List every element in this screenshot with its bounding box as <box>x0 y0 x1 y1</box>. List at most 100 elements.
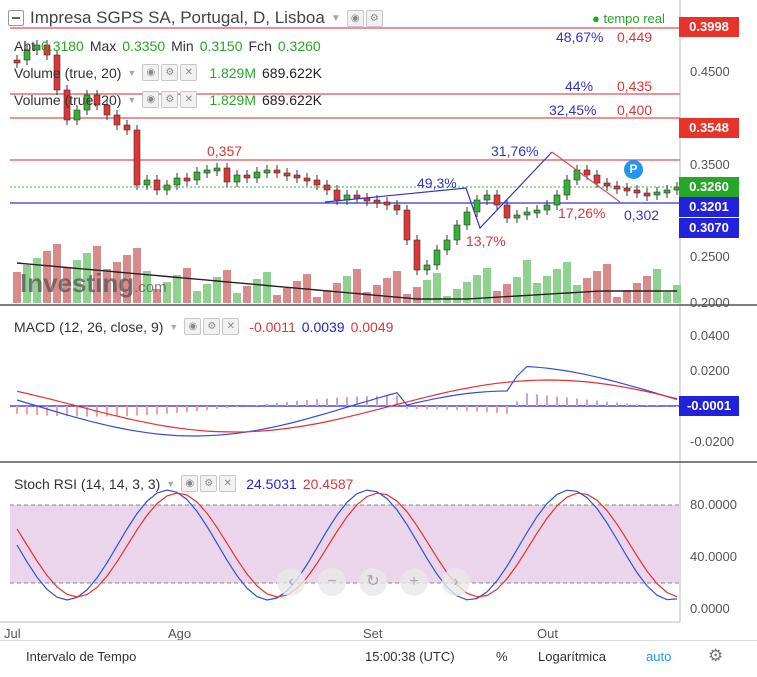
volume-bar <box>203 284 211 303</box>
volume-label[interactable]: Volume (true, 20) <box>14 65 121 81</box>
candle[interactable] <box>623 187 631 192</box>
zoom-out-icon[interactable]: − <box>318 568 346 596</box>
interval-button[interactable]: Intervalo de Tempo <box>26 649 136 664</box>
scroll-right-icon[interactable]: › <box>442 568 470 596</box>
volume-bar <box>653 269 661 303</box>
candle[interactable] <box>413 239 421 271</box>
eye-icon[interactable]: ◉ <box>142 91 160 108</box>
gear-icon[interactable]: ⚙ <box>161 64 179 81</box>
chevron-down-icon[interactable]: ▼ <box>127 68 136 78</box>
candle[interactable] <box>143 179 151 186</box>
zoom-in-icon[interactable]: + <box>400 568 428 596</box>
candle[interactable] <box>523 211 531 216</box>
chevron-down-icon[interactable]: ▼ <box>331 13 341 24</box>
candle[interactable] <box>233 174 241 183</box>
candle[interactable] <box>593 174 601 184</box>
candle[interactable] <box>533 209 541 214</box>
candle[interactable] <box>483 194 491 201</box>
candle[interactable] <box>203 169 211 174</box>
volume-bar <box>533 283 541 303</box>
gear-icon[interactable]: ⚙ <box>203 318 221 335</box>
candle[interactable] <box>603 182 611 187</box>
candle[interactable] <box>503 204 511 219</box>
close-icon[interactable]: ✕ <box>180 64 198 81</box>
candle[interactable] <box>223 167 231 183</box>
close-icon[interactable]: ✕ <box>219 475 237 492</box>
volume-label[interactable]: Volume (true, 20) <box>14 92 121 108</box>
candle[interactable] <box>613 185 621 190</box>
candle[interactable] <box>393 204 401 211</box>
collapse-icon[interactable] <box>8 10 24 26</box>
log-button[interactable]: Logarítmica <box>538 649 606 664</box>
eye-icon[interactable]: ◉ <box>142 64 160 81</box>
gear-icon[interactable]: ⚙ <box>708 646 723 666</box>
candle[interactable] <box>663 189 671 194</box>
candle[interactable] <box>283 172 291 177</box>
close-icon[interactable]: ✕ <box>180 91 198 108</box>
candle[interactable] <box>263 169 271 174</box>
candle[interactable] <box>473 199 481 213</box>
gear-icon[interactable]: ⚙ <box>200 475 218 492</box>
candle[interactable] <box>113 114 121 126</box>
candle[interactable] <box>133 129 141 186</box>
eye-icon[interactable]: ◉ <box>346 9 364 27</box>
candle[interactable] <box>633 189 641 194</box>
candle[interactable] <box>443 239 451 251</box>
candle[interactable] <box>293 174 301 179</box>
eye-icon[interactable]: ◉ <box>184 318 202 335</box>
candle[interactable] <box>163 184 171 191</box>
eye-icon[interactable]: ◉ <box>181 475 199 492</box>
candle[interactable] <box>253 171 261 179</box>
candle[interactable] <box>313 179 321 186</box>
candle[interactable] <box>643 192 651 197</box>
candle[interactable] <box>173 177 181 186</box>
clock-time: 15:00:38 (UTC) <box>365 649 455 664</box>
candle[interactable] <box>243 174 251 179</box>
candle[interactable] <box>303 177 311 182</box>
gear-icon[interactable]: ⚙ <box>365 9 383 27</box>
candle[interactable] <box>543 204 551 211</box>
reset-icon[interactable]: ↻ <box>359 568 387 596</box>
candle[interactable] <box>553 194 561 206</box>
close-icon[interactable]: ✕ <box>222 318 240 335</box>
symbol-title[interactable]: Impresa SGPS SA, Portugal, D, Lisboa <box>30 8 325 28</box>
gear-icon[interactable]: ⚙ <box>161 91 179 108</box>
candle[interactable] <box>583 169 591 176</box>
candle[interactable] <box>73 109 81 121</box>
candle[interactable] <box>333 189 341 201</box>
volume-bar <box>563 262 571 303</box>
scroll-left-icon[interactable]: ‹ <box>277 568 305 596</box>
candle[interactable] <box>13 59 21 64</box>
candle[interactable] <box>433 249 441 266</box>
p-marker-icon[interactable]: P <box>624 160 643 179</box>
close-label: Fch <box>248 38 272 54</box>
candle[interactable] <box>183 177 191 182</box>
candle[interactable] <box>463 211 471 226</box>
auto-button[interactable]: auto <box>646 649 671 664</box>
macd-label[interactable]: MACD (12, 26, close, 9) <box>14 319 163 335</box>
candle[interactable] <box>453 224 461 241</box>
candle[interactable] <box>563 179 571 196</box>
chevron-down-icon[interactable]: ▼ <box>166 479 175 489</box>
stoch-label[interactable]: Stoch RSI (14, 14, 3, 3) <box>14 476 160 492</box>
candle[interactable] <box>493 194 501 206</box>
last-price-tag: 0.3260 <box>679 177 739 197</box>
candle[interactable] <box>213 167 221 172</box>
candle[interactable] <box>323 184 331 191</box>
candle[interactable] <box>153 179 161 191</box>
chevron-down-icon[interactable]: ▼ <box>127 95 136 105</box>
candle[interactable] <box>513 214 521 219</box>
percent-button[interactable]: % <box>496 649 508 664</box>
candle[interactable] <box>423 264 431 271</box>
candle[interactable] <box>403 209 411 241</box>
volume-ma-value: 689.622K <box>262 64 322 81</box>
candle[interactable] <box>653 191 661 196</box>
candle[interactable] <box>383 201 391 206</box>
candle[interactable] <box>193 171 201 181</box>
candle[interactable] <box>273 169 281 174</box>
level-label-0357: 0,357 <box>207 143 243 159</box>
candle[interactable] <box>353 194 361 199</box>
chevron-down-icon[interactable]: ▼ <box>169 322 178 332</box>
candle[interactable] <box>373 199 381 204</box>
candle[interactable] <box>123 124 131 131</box>
